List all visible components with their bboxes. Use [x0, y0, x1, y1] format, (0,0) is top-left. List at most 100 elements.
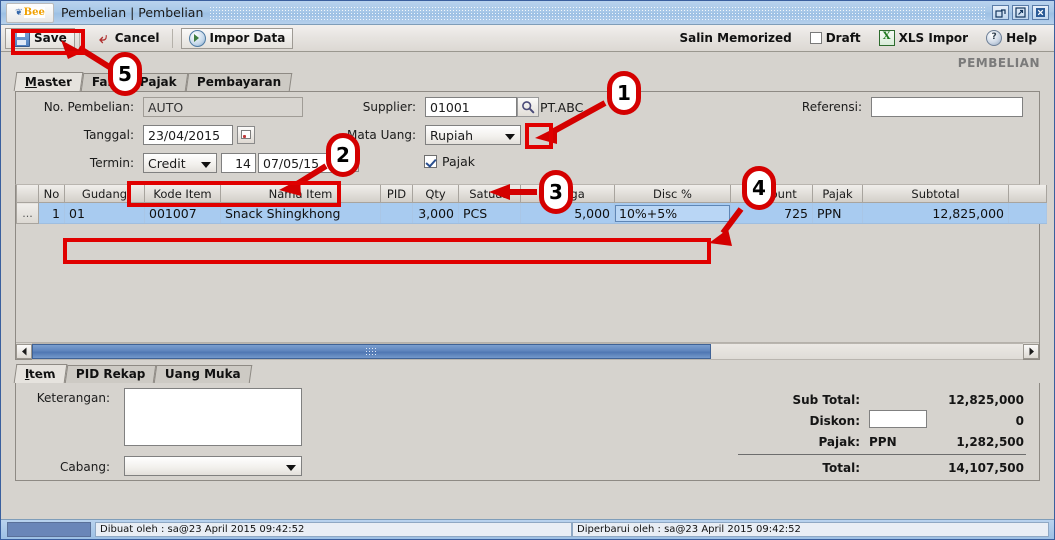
window-controls — [992, 5, 1049, 20]
termin-label: Termin: — [89, 156, 134, 170]
scroll-right-icon[interactable] — [1023, 343, 1039, 359]
no-pembelian-input[interactable]: AUTO — [143, 97, 303, 117]
cell-satuan[interactable]: PCS — [458, 202, 521, 224]
cell-tail[interactable] — [1008, 202, 1047, 224]
tab-master-label-rest: aster — [35, 75, 73, 89]
main-tabs: Master Faktur Pajak Pembayaran — [13, 72, 1040, 91]
salin-memorized-button[interactable]: Salin Memorized — [670, 31, 800, 45]
tab-item[interactable]: Item — [13, 364, 68, 383]
sub-total-row: Sub Total: 12,825,000 — [730, 389, 1030, 410]
grid-horizontal-scrollbar[interactable] — [16, 342, 1039, 360]
termin-days-input[interactable]: 14 — [221, 153, 256, 173]
close-icon[interactable] — [1032, 5, 1049, 20]
diskon-row: Diskon: 0 — [730, 410, 1030, 431]
supplier-code-input[interactable]: 01001 — [425, 97, 517, 117]
col-disc-pct[interactable]: Disc % — [614, 185, 731, 203]
col-subtotal[interactable]: Subtotal — [862, 185, 1009, 203]
col-pajak[interactable]: Pajak — [812, 185, 863, 203]
scrollbar-grip-icon — [365, 346, 378, 356]
undo-arrow-icon: ⤶ — [99, 28, 108, 47]
callout-2: 2 — [326, 133, 360, 177]
help-button[interactable]: ? Help — [977, 30, 1046, 46]
col-pid[interactable]: PID — [380, 185, 413, 203]
draft-label: Draft — [825, 31, 861, 45]
toolbar-divider-2 — [171, 28, 173, 48]
highlight-supplier-search — [525, 123, 553, 149]
termin-type-select[interactable]: Credit — [143, 153, 217, 173]
highlight-grid-row — [63, 238, 711, 264]
supplier-name: PT.ABC — [540, 100, 584, 115]
cabang-select[interactable] — [124, 456, 302, 476]
xls-impor-label: XLS Impor — [898, 31, 969, 45]
scrollbar-track[interactable] — [32, 342, 1023, 360]
pajak-checkbox[interactable]: Pajak — [424, 154, 475, 169]
cell-discount[interactable]: 725 — [730, 202, 813, 224]
tab-uang-muka[interactable]: Uang Muka — [154, 365, 253, 383]
salin-memorized-label: Salin Memorized — [679, 31, 792, 45]
mata-uang-select[interactable]: Rupiah — [425, 125, 521, 145]
total-label: Total: — [822, 460, 860, 475]
grid-corner-cell — [16, 185, 39, 203]
logo-text: Bee — [23, 7, 45, 18]
item-grid: No Gudang Kode Item Nama Item PID Qty Sa… — [15, 185, 1047, 360]
xls-impor-button[interactable]: X XLS Impor — [870, 30, 977, 46]
col-tail — [1008, 185, 1047, 203]
col-satuan[interactable]: Satuan — [458, 185, 521, 203]
tanggal-label: Tanggal: — [83, 128, 134, 142]
col-qty[interactable]: Qty — [412, 185, 459, 203]
restore-icon[interactable] — [992, 5, 1009, 20]
highlight-termin — [127, 181, 341, 207]
application-window: ❦ Bee Pembelian | Pembelian Save ⤶ Cancel — [0, 0, 1055, 540]
cell-disc-pct[interactable]: 10%+5% — [614, 202, 731, 224]
diskon-value: 0 — [1015, 413, 1024, 428]
cell-pid[interactable] — [380, 202, 413, 224]
diskon-input[interactable] — [869, 410, 927, 428]
maximize-icon[interactable] — [1012, 5, 1029, 20]
tanggal-calendar-icon[interactable] — [237, 126, 255, 144]
scroll-left-icon[interactable] — [16, 343, 32, 359]
cell-no[interactable]: 1 — [38, 202, 65, 224]
status-created: Dibuat oleh : sa@23 April 2015 09:42:52 — [95, 522, 572, 537]
pajak-checkbox-label: Pajak — [442, 154, 476, 169]
excel-icon: X — [878, 30, 895, 46]
draft-checkbox[interactable]: Draft — [801, 31, 870, 45]
keterangan-textarea[interactable] — [124, 388, 302, 446]
tab-pembayaran[interactable]: Pembayaran — [185, 73, 293, 91]
diskon-label: Diskon: — [809, 413, 860, 428]
referensi-input[interactable] — [871, 97, 1023, 117]
pajak-total-label: Pajak: — [818, 434, 860, 449]
checkbox-icon — [809, 32, 822, 44]
scrollbar-thumb[interactable] — [32, 343, 711, 359]
impor-data-button[interactable]: Impor Data — [180, 27, 294, 49]
tab-master[interactable]: Master — [13, 72, 84, 91]
total-row: Total: 14,107,500 — [730, 457, 1030, 478]
play-circle-icon — [188, 29, 206, 47]
supplier-search-icon[interactable] — [517, 97, 539, 117]
totals-block: Sub Total: 12,825,000 Diskon: 0 Pajak: P… — [730, 389, 1030, 478]
callout-1: 1 — [607, 71, 641, 115]
keterangan-label: Keterangan: — [36, 391, 110, 405]
help-icon: ? — [986, 30, 1003, 46]
tanggal-input[interactable]: 23/04/2015 — [143, 125, 233, 145]
toolbar-right-group: Salin Memorized Draft X XLS Impor ? Help — [670, 30, 1046, 46]
tab-pid-rekap[interactable]: PID Rekap — [64, 365, 157, 383]
callout-5: 5 — [108, 52, 142, 96]
cancel-button[interactable]: ⤶ Cancel — [88, 28, 168, 49]
col-no[interactable]: No — [38, 185, 65, 203]
row-marker[interactable]: ... — [16, 202, 39, 224]
title-texture — [209, 5, 986, 20]
checkbox-checked-icon — [424, 155, 437, 168]
status-bar: Dibuat oleh : sa@23 April 2015 09:42:52 … — [1, 519, 1054, 539]
callout-4: 4 — [742, 166, 776, 210]
disc-pct-editor[interactable]: 10%+5% — [615, 204, 730, 222]
callout-3: 3 — [539, 170, 573, 214]
toolbar: Save ⤶ Cancel Impor Data Salin Memorized… — [1, 25, 1054, 52]
sub-total-value: 12,825,000 — [948, 392, 1024, 407]
tab-uang-muka-label: Uang Muka — [165, 367, 241, 381]
cell-pajak[interactable]: PPN — [812, 202, 863, 224]
tab-pembayaran-label: Pembayaran — [196, 75, 281, 89]
summary-panel: Keterangan: Cabang: Sub Total: 12,825,00… — [15, 383, 1040, 481]
cell-qty[interactable]: 3,000 — [412, 202, 459, 224]
status-progress — [7, 522, 91, 537]
cell-subtotal[interactable]: 12,825,000 — [862, 202, 1009, 224]
